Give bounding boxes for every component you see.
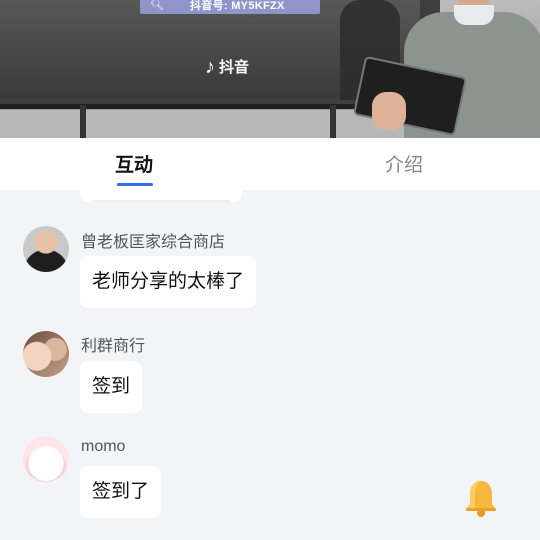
sender-name: 曾老板匡家综合商店 (81, 234, 226, 251)
avatar[interactable] (23, 331, 69, 377)
avatar[interactable] (23, 436, 69, 482)
sender-name: 利群商行 (81, 338, 146, 355)
previous-message-bubble (80, 190, 242, 202)
live-video[interactable]: 🔍︎ 抖音号: MY5KFZX ♪ 抖音 (0, 0, 540, 138)
tv-stand-right (330, 105, 336, 138)
message-bubble: 老师分享的太棒了 (80, 256, 257, 308)
search-icon: 🔍︎ (150, 0, 164, 11)
tab-bar: 互动 介绍 (0, 138, 540, 190)
screen-search-text: 抖音号: MY5KFZX (190, 0, 285, 12)
message-bubble: 签到了 (80, 466, 162, 518)
tiktok-watermark: ♪ 抖音 (205, 56, 249, 77)
tv-stand-left (80, 105, 86, 138)
avatar[interactable] (23, 226, 69, 272)
active-tab-indicator (117, 183, 153, 186)
bell-icon[interactable] (463, 478, 499, 518)
hand (372, 92, 406, 130)
chat-list[interactable]: 曾老板匡家综合商店 老师分享的太棒了 利群商行 签到 momo 签到了 (0, 190, 540, 540)
sender-name: momo (81, 438, 126, 455)
tiktok-icon: ♪ (205, 55, 215, 78)
tiktok-label: 抖音 (219, 59, 250, 76)
message-bubble: 签到 (80, 361, 143, 413)
tab-intro[interactable]: 介绍 (385, 150, 423, 177)
tab-interact[interactable]: 互动 (115, 150, 153, 177)
